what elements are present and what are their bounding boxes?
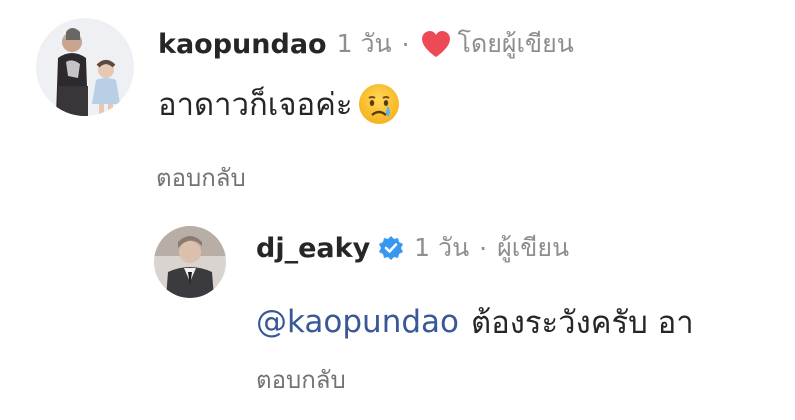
comment-body: kaopundao 1 วัน · โดยผู้เขียน อาดาวก็เจอ… — [158, 18, 776, 130]
comment-meta: dj_eaky 1 วัน · ผู้เขียน — [256, 222, 774, 274]
username[interactable]: kaopundao — [158, 29, 327, 60]
comment-text: @kaopundao ต้องระวังครับ อา — [256, 296, 774, 348]
comment-time[interactable]: 1 วัน — [414, 228, 469, 268]
reply-comment-item: dj_eaky 1 วัน · ผู้เขียน @kaopundao ต้อง… — [154, 222, 774, 402]
username[interactable]: dj_eaky — [256, 233, 370, 264]
comment-time[interactable]: 1 วัน — [337, 24, 392, 64]
comment-text: อาดาวก็เจอค่ะ — [158, 78, 776, 130]
avatar[interactable] — [154, 226, 226, 298]
comment-text-content: อาดาวก็เจอค่ะ — [158, 87, 353, 123]
separator-dot: · — [401, 29, 410, 59]
separator-dot: · — [479, 233, 488, 263]
avatar[interactable] — [36, 18, 134, 116]
liked-by-author-label: โดยผู้เขียน — [457, 29, 574, 58]
heart-icon — [420, 29, 452, 59]
mention-link[interactable]: @kaopundao — [256, 304, 459, 340]
verified-badge-icon — [378, 235, 404, 261]
comment-body: dj_eaky 1 วัน · ผู้เขียน @kaopundao ต้อง… — [256, 222, 774, 348]
reply-button[interactable]: ตอบกลับ — [156, 158, 246, 197]
comment-item: kaopundao 1 วัน · โดยผู้เขียน อาดาวก็เจอ… — [36, 18, 776, 198]
comment-meta: kaopundao 1 วัน · โดยผู้เขียน — [158, 18, 776, 70]
crying-face-emoji-icon — [357, 82, 401, 126]
reply-button[interactable]: ตอบกลับ — [256, 360, 346, 399]
comment-text-content: ต้องระวังครับ อา — [470, 305, 694, 341]
author-label: ผู้เขียน — [497, 233, 570, 262]
